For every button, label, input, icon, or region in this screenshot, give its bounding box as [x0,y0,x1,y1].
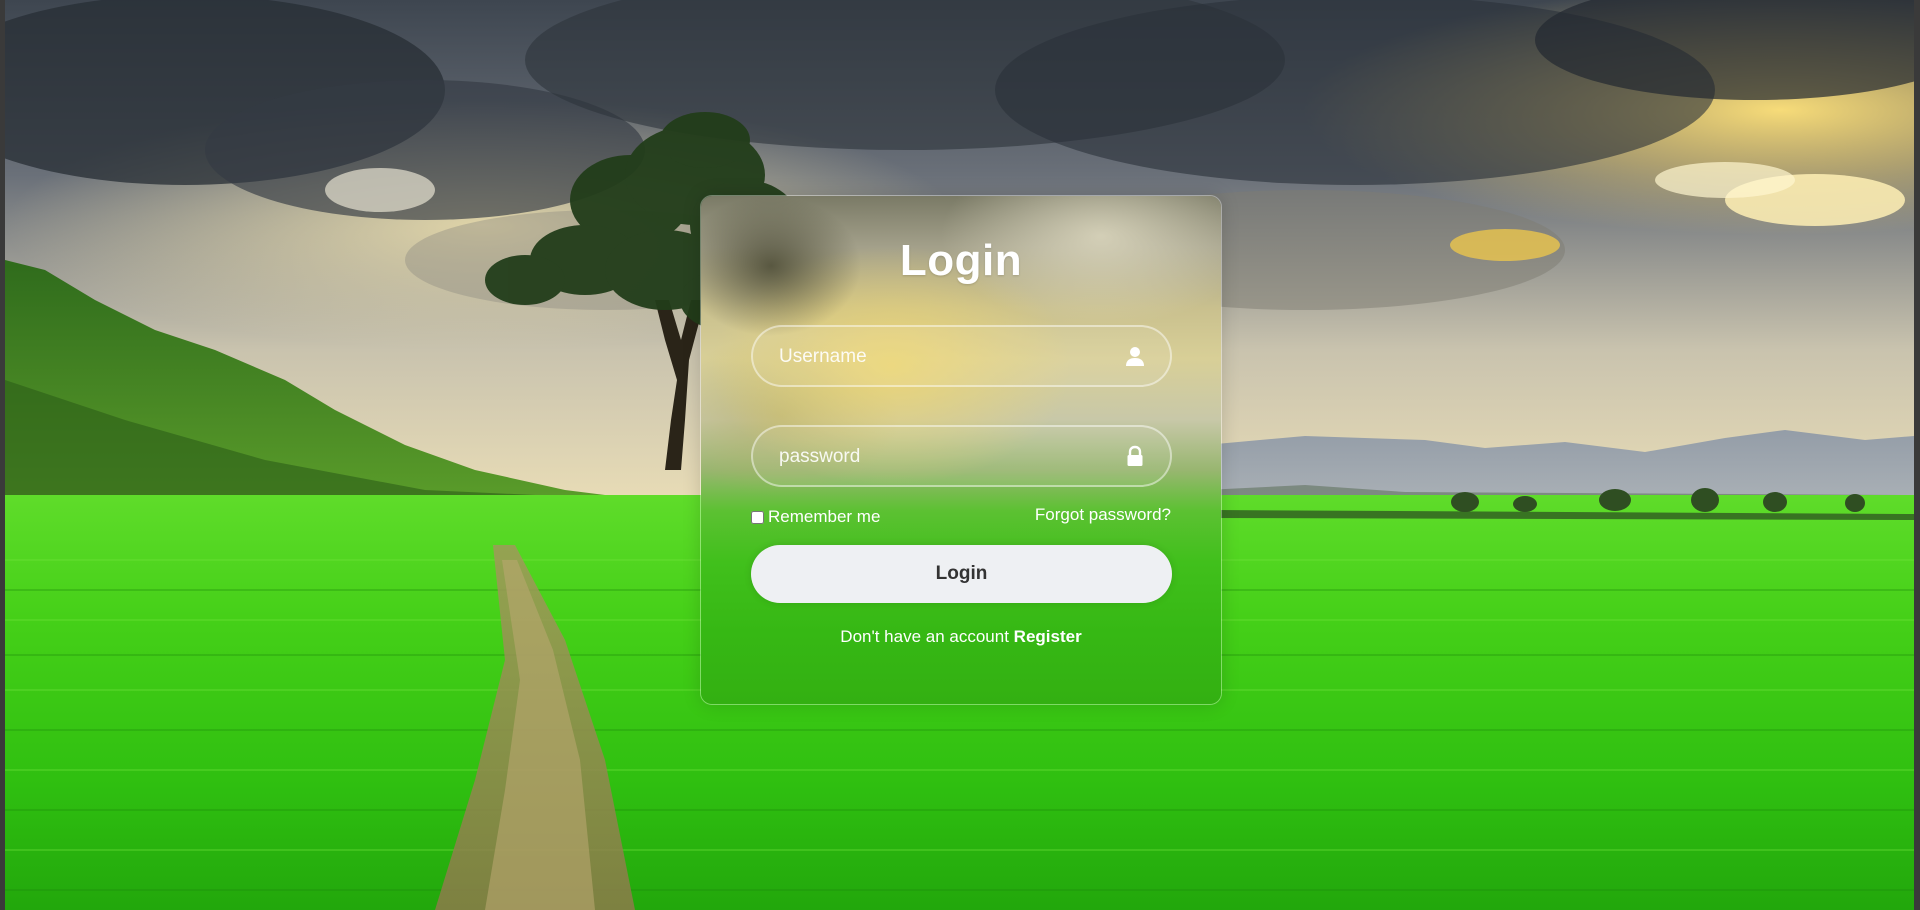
username-input[interactable] [777,327,1111,387]
register-prompt-text: Don't have an account [840,627,1014,646]
remember-me[interactable]: Remember me [751,507,880,527]
password-field [751,425,1172,487]
username-field [751,325,1172,387]
user-icon [1124,345,1146,367]
forgot-password-link[interactable]: Forgot password? [1035,505,1171,525]
register-link[interactable]: Register [1014,627,1082,646]
login-button[interactable]: Login [751,545,1172,603]
remember-me-checkbox[interactable] [751,510,764,524]
login-page: Login Username Remember me Forgot passwo… [0,0,1920,910]
login-card: Login Username Remember me Forgot passwo… [700,195,1222,705]
password-input[interactable] [777,427,1111,487]
register-prompt: Don't have an account Register [701,627,1221,647]
lock-icon [1124,445,1146,467]
window-right-edge [1914,0,1920,910]
login-title: Login [899,236,1023,285]
remember-me-label: Remember me [768,507,881,526]
login-form: Login Username Remember me Forgot passwo… [701,196,1221,704]
